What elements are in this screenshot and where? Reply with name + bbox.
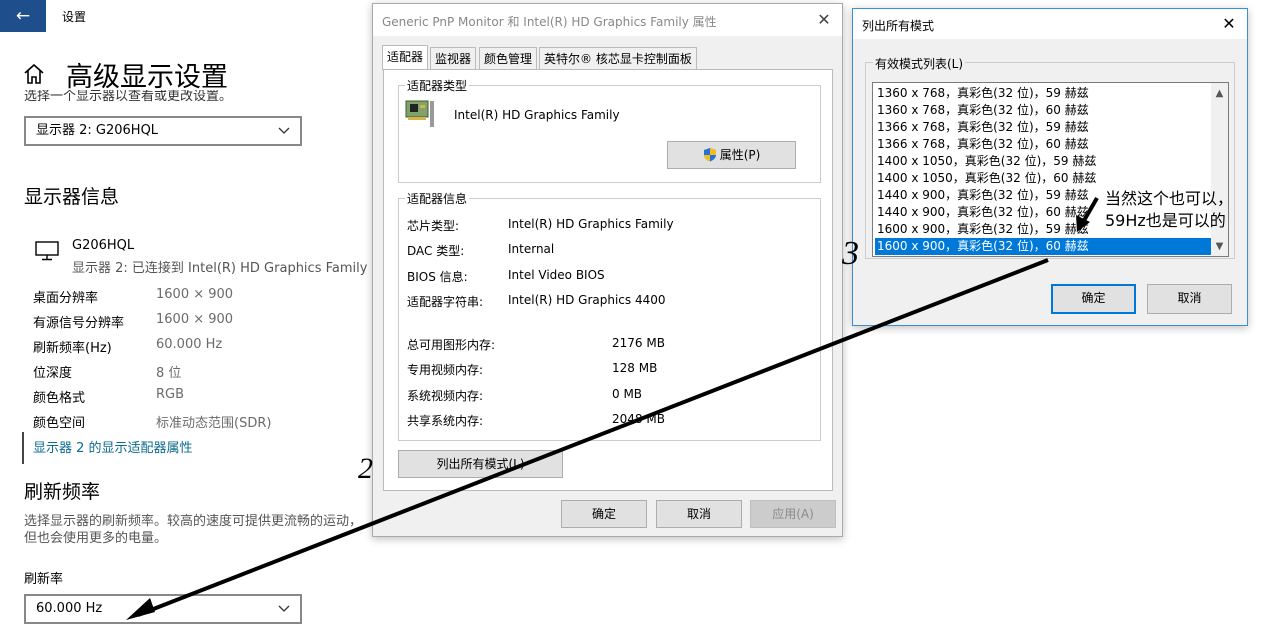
select-display-hint: 选择一个显示器以查看或更改设置。 — [24, 90, 233, 104]
listbox-scrollbar[interactable]: ▲ ▼ — [1211, 83, 1228, 256]
adapter-type-label: 适配器类型 — [405, 77, 470, 94]
valid-modes-listbox[interactable]: 1360 x 768，真彩色(32 位)，59 赫兹 1360 x 768，真彩… — [872, 82, 1229, 257]
cancel-button[interactable]: 取消 — [656, 500, 742, 528]
tab-monitor[interactable]: 监视器 — [430, 47, 477, 69]
memory-label: 共享系统内存: — [407, 414, 484, 428]
refresh-rate-value: 60.000 Hz — [36, 601, 103, 616]
ok-button[interactable]: 确定 — [1051, 284, 1136, 314]
info-value: 标准动态范围(SDR) — [156, 416, 272, 431]
list-item[interactable]: 1400 x 1050，真彩色(32 位)，59 赫兹 — [875, 153, 1211, 170]
dialog-title: 列出所有模式 — [862, 19, 935, 33]
memory-label: 总可用图形内存: — [407, 338, 496, 352]
info-label: 适配器字符串: — [407, 295, 484, 309]
close-icon: ✕ — [817, 10, 831, 29]
refresh-rate-label: 刷新率 — [24, 572, 64, 587]
chevron-down-icon — [278, 127, 290, 134]
list-item[interactable]: 1360 x 768，真彩色(32 位)，59 赫兹 — [875, 85, 1211, 102]
memory-label: 专用视频内存: — [407, 363, 484, 377]
info-value: 1600 × 900 — [156, 287, 234, 302]
close-icon: ✕ — [1222, 14, 1236, 33]
info-label: 桌面分辨率 — [33, 291, 99, 306]
info-value: Intel(R) HD Graphics 4400 — [508, 293, 666, 307]
monitor-icon — [35, 241, 59, 261]
properties-button[interactable]: 属性(P) — [667, 141, 796, 169]
uac-shield-icon — [703, 148, 716, 162]
info-label: 有源信号分辨率 — [33, 316, 125, 331]
dialog-titlebar: 列出所有模式 ✕ — [853, 9, 1247, 39]
memory-value: 128 MB — [612, 361, 658, 375]
info-value: Intel(R) HD Graphics Family — [508, 217, 674, 231]
settings-titlebar: ← 设置 — [0, 0, 375, 32]
list-item[interactable]: 1440 x 900，真彩色(32 位)，59 赫兹 — [875, 187, 1211, 204]
valid-modes-label: 有效模式列表(L) — [873, 55, 966, 72]
dialog-title: Generic PnP Monitor 和 Intel(R) HD Graphi… — [382, 15, 717, 29]
list-item[interactable]: 1360 x 768，真彩色(32 位)，60 赫兹 — [875, 102, 1211, 119]
adapter-properties-link[interactable]: 显示器 2 的显示适配器属性 — [33, 437, 193, 456]
info-label: BIOS 信息: — [407, 270, 468, 284]
refresh-rate-heading: 刷新频率 — [24, 481, 101, 503]
info-label: 刷新频率(Hz) — [33, 341, 112, 356]
refresh-rate-description: 选择显示器的刷新频率。较高的速度可提供更流畅的运动，但也会使用更多的电量。 — [24, 514, 363, 546]
info-label: 颜色格式 — [33, 391, 86, 406]
graphics-card-icon — [405, 100, 434, 127]
tab-intel-graphics-panel[interactable]: 英特尔® 核芯显卡控制面板 — [539, 47, 697, 69]
display-select[interactable]: 显示器 2: G206HQL — [24, 116, 302, 146]
close-button[interactable]: ✕ — [812, 8, 836, 32]
memory-value: 0 MB — [612, 387, 643, 401]
adapter-name: Intel(R) HD Graphics Family — [454, 108, 620, 122]
list-item[interactable]: 1366 x 768，真彩色(32 位)，59 赫兹 — [875, 119, 1211, 136]
tab-adapter[interactable]: 适配器 — [382, 45, 429, 70]
memory-value: 2176 MB — [612, 336, 665, 350]
list-item[interactable]: 1366 x 768，真彩色(32 位)，60 赫兹 — [875, 136, 1211, 153]
info-label: 位深度 — [33, 366, 73, 381]
apply-button[interactable]: 应用(A) — [750, 500, 836, 528]
monitor-connection: 显示器 2: 已连接到 Intel(R) HD Graphics Family — [72, 261, 368, 276]
page-title: 高级显示设置 — [66, 62, 228, 93]
info-label: 颜色空间 — [33, 416, 86, 431]
chevron-down-icon — [278, 605, 290, 612]
adapter-info-group: 适配器信息 — [398, 190, 821, 441]
list-item-selected[interactable]: 1600 x 900，真彩色(32 位)，60 赫兹 — [875, 238, 1211, 255]
settings-window: ← 设置 高级显示设置 选择一个显示器以查看或更改设置。 显示器 2: G206… — [0, 0, 375, 634]
properties-button-label: 属性(P) — [719, 148, 761, 162]
info-value: 60.000 Hz — [156, 337, 223, 352]
memory-value: 2048 MB — [612, 412, 665, 426]
list-all-modes-button[interactable]: 列出所有模式(L) — [398, 450, 563, 478]
back-button[interactable]: ← — [0, 0, 46, 32]
info-value: Internal — [508, 242, 555, 256]
adapter-properties-dialog: Generic PnP Monitor 和 Intel(R) HD Graphi… — [372, 3, 843, 537]
window-title: 设置 — [62, 10, 87, 24]
list-item[interactable]: 1600 x 900，真彩色(32 位)，59 赫兹 — [875, 221, 1211, 238]
ok-button[interactable]: 确定 — [561, 500, 647, 528]
list-all-modes-dialog: 列出所有模式 ✕ 有效模式列表(L) 1360 x 768，真彩色(32 位)，… — [852, 8, 1248, 326]
info-label: 芯片类型: — [407, 219, 460, 233]
info-value: 8 位 — [156, 366, 182, 381]
link-focus-bar — [22, 432, 24, 464]
back-arrow-icon: ← — [15, 6, 31, 26]
home-icon — [24, 63, 44, 84]
info-value: RGB — [156, 387, 185, 402]
memory-label: 系统视频内存: — [407, 389, 484, 403]
list-item[interactable]: 1400 x 1050，真彩色(32 位)，60 赫兹 — [875, 170, 1211, 187]
monitor-name: G206HQL — [72, 238, 135, 253]
tab-color-management[interactable]: 颜色管理 — [479, 47, 538, 69]
scroll-down-icon[interactable]: ▼ — [1211, 238, 1228, 255]
cancel-button[interactable]: 取消 — [1147, 284, 1232, 314]
info-value: Intel Video BIOS — [508, 268, 605, 282]
info-value: 1600 × 900 — [156, 312, 234, 327]
list-item[interactable]: 1440 x 900，真彩色(32 位)，60 赫兹 — [875, 204, 1211, 221]
adapter-info-label: 适配器信息 — [405, 190, 470, 207]
close-button[interactable]: ✕ — [1217, 12, 1241, 36]
display-select-value: 显示器 2: G206HQL — [36, 123, 159, 138]
refresh-rate-select[interactable]: 60.000 Hz — [24, 594, 302, 624]
scroll-up-icon[interactable]: ▲ — [1211, 85, 1228, 102]
dialog-titlebar: Generic PnP Monitor 和 Intel(R) HD Graphi… — [373, 4, 842, 36]
display-info-heading: 显示器信息 — [24, 186, 120, 208]
info-label: DAC 类型: — [407, 244, 465, 258]
